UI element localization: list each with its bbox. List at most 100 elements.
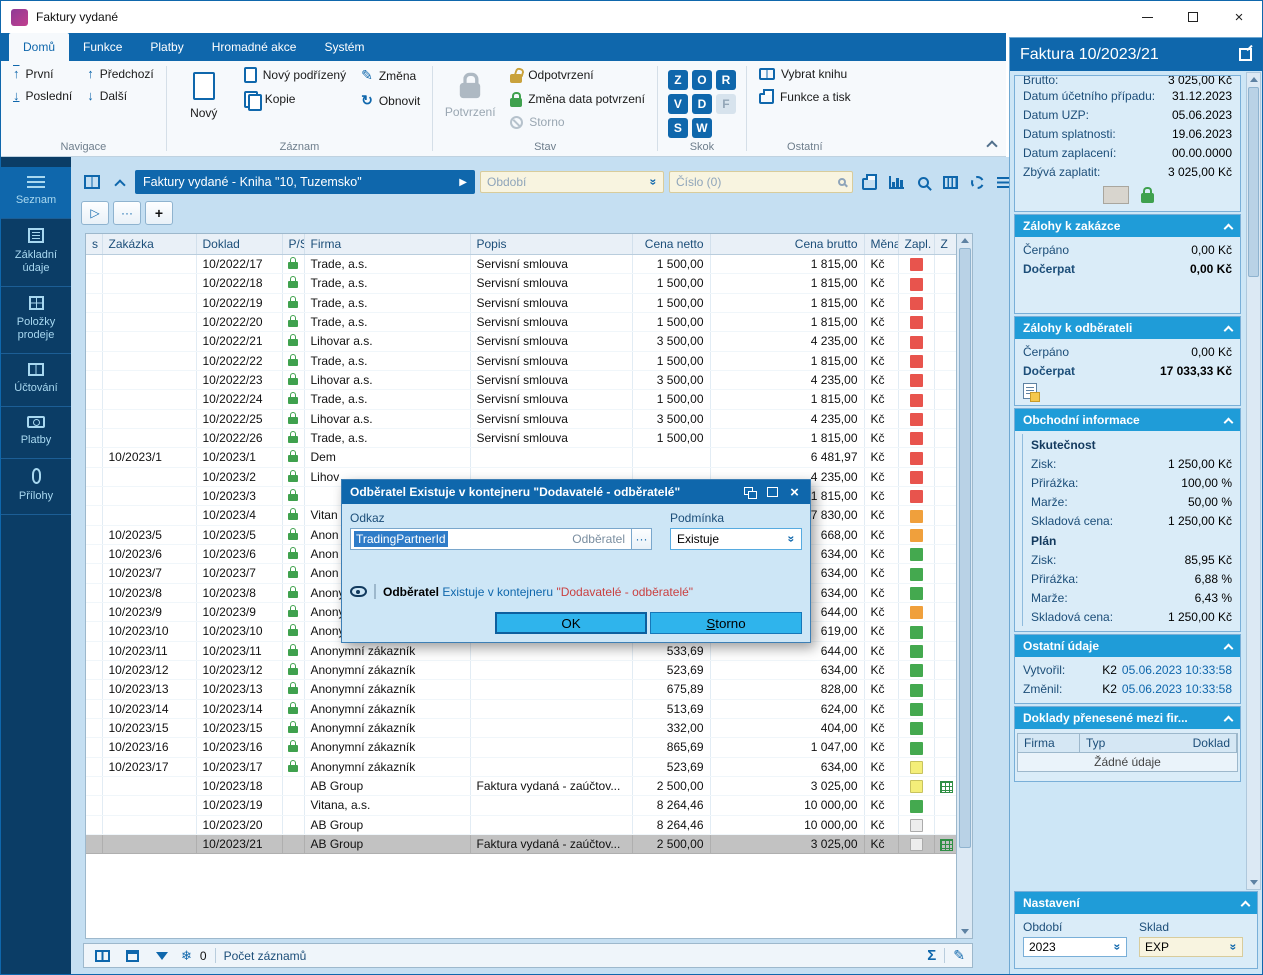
columns-button[interactable] [939,171,961,193]
table-row[interactable]: 10/2022/25 Lihovar a.s. Servisní smlouva… [86,409,957,428]
col-ps[interactable]: P/S [282,234,304,255]
col-s[interactable]: s [86,234,102,255]
scroll-up-icon[interactable] [958,234,972,247]
detail-panel-button[interactable] [121,945,143,967]
next-button[interactable]: ↓Další [81,86,160,106]
section-header[interactable]: Ostatní údaje [1015,635,1240,657]
table-row[interactable]: 10/2022/17 Trade, a.s. Servisní smlouva … [86,255,957,274]
jump-letter-button[interactable]: D [692,94,712,114]
table-row[interactable]: 10/2022/26 Trade, a.s. Servisní smlouva … [86,428,957,447]
jump-letter-button[interactable]: V [668,94,688,114]
sidebar-item[interactable]: Seznam [1,167,71,219]
jump-letter-button[interactable]: S [668,118,688,138]
new-button[interactable]: Nový [173,64,235,128]
storno-button[interactable]: Storno [650,612,802,634]
sidebar-item[interactable]: Základní údaje [1,219,71,287]
table-scrollbar[interactable] [957,233,973,939]
table-row[interactable]: 10/2023/14 10/2023/14 Anonymní zákazník … [86,699,957,718]
maximize-icon[interactable] [765,486,780,499]
refresh-button[interactable]: ↻Obnovit [355,89,426,112]
sum-icon[interactable]: Σ [927,947,936,964]
sidebar-item[interactable]: Přílohy [1,459,71,515]
edit-icon[interactable]: ✎ [953,947,965,964]
change-button[interactable]: ✎Změna [355,64,426,87]
split-view-button[interactable] [91,945,113,967]
table-row[interactable]: 10/2022/22 Trade, a.s. Servisní smlouva … [86,351,957,370]
jump-letter-button[interactable]: Z [668,70,688,90]
period-select[interactable]: 2023 » [1023,937,1127,957]
previous-button[interactable]: ↑Předchozí [81,64,160,84]
copy-button[interactable]: Kopie [238,88,352,110]
section-header[interactable]: Zálohy k zakázce [1015,215,1240,237]
section-header[interactable]: Zálohy k odběrateli [1015,317,1240,339]
jump-letter-button[interactable]: F [716,94,736,114]
browse-ellipsis-button[interactable]: ··· [632,528,652,550]
change-confirm-date-button[interactable]: Změna data potvrzení [504,88,651,110]
col-netto[interactable]: Cena netto [632,234,710,255]
more-button[interactable]: ··· [113,201,141,225]
freeze-icon[interactable]: ❄ [181,948,192,964]
table-row[interactable]: 10/2023/20 AB Group 8 264,46 10 000,00 K… [86,815,957,834]
run-button[interactable]: ▷ [81,201,109,225]
col-doklad[interactable]: Doklad [196,234,282,255]
col-firma[interactable]: Firma [304,234,470,255]
reference-input[interactable]: TradingPartnerId Odběratel [350,528,632,550]
add-button[interactable]: + [145,201,173,225]
table-row[interactable]: 10/2023/17 10/2023/17 Anonymní zákazník … [86,757,957,776]
section-header[interactable]: Nastavení [1015,892,1257,914]
table-row[interactable]: 10/2023/15 10/2023/15 Anonymní zákazník … [86,718,957,737]
confirm-button[interactable]: Potvrzení [439,64,501,128]
scroll-thumb[interactable] [959,248,971,848]
close-icon[interactable]: × [787,486,802,499]
last-button[interactable]: ↓Poslední [7,86,78,106]
table-row[interactable]: 10/2022/19 Trade, a.s. Servisní smlouva … [86,293,957,312]
ribbon-tab[interactable]: Platby [136,33,197,61]
table-row[interactable]: 10/2023/21 AB Group Faktura vydaná - zaú… [86,834,957,853]
open-in-window-icon[interactable] [1239,48,1252,61]
warehouse-select[interactable]: EXP » [1139,937,1243,957]
period-filter[interactable]: Období » [480,171,664,193]
col-popis[interactable]: Popis [470,234,632,255]
table-row[interactable]: 10/2023/11 10/2023/11 Anonymní zákazník … [86,641,957,660]
select-book-button[interactable]: Vybrat knihu [753,64,857,84]
jump-letter-button[interactable]: W [692,118,712,138]
ribbon-collapse-button[interactable] [987,139,996,148]
settings-button[interactable] [966,171,988,193]
table-row[interactable]: 10/2023/16 10/2023/16 Anonymní zákazník … [86,738,957,757]
maximize-button[interactable] [1170,1,1216,33]
table-row[interactable]: 10/2022/20 Trade, a.s. Servisní smlouva … [86,312,957,331]
col-brutto[interactable]: Cena brutto [710,234,864,255]
storno-button[interactable]: Storno [504,112,651,132]
note-document-icon[interactable] [1023,383,1037,399]
table-row[interactable]: 10/2022/21 Lihovar a.s. Servisní smlouva… [86,332,957,351]
condition-select[interactable]: Existuje » [670,528,802,550]
ok-button[interactable]: OK [495,612,647,634]
find-settings-button[interactable] [912,171,934,193]
col-z[interactable]: Z [934,234,957,255]
scroll-up-icon[interactable] [1247,73,1261,86]
col-mena[interactable]: Měna [864,234,898,255]
print-button[interactable] [858,171,880,193]
section-header[interactable]: Doklady přenesené mezi fir... [1015,707,1240,729]
mini-col-header[interactable]: Firma [1018,734,1080,752]
ribbon-tab[interactable]: Domů [9,33,69,61]
table-row[interactable]: 10/2022/23 Lihovar a.s. Servisní smlouva… [86,370,957,389]
table-row[interactable]: 10/2023/18 AB Group Faktura vydaná - zaú… [86,776,957,795]
table-row[interactable]: 10/2023/12 10/2023/12 Anonymní zákazník … [86,660,957,679]
float-window-icon[interactable] [743,486,758,499]
section-header[interactable]: Obchodní informace [1015,409,1240,431]
collapse-header-button[interactable] [108,171,130,193]
table-row[interactable]: 10/2023/1 10/2023/1 Dem 6 481,97 Kč [86,448,957,467]
scroll-thumb[interactable] [1248,87,1259,277]
book-pages-button[interactable] [81,171,103,193]
chart-button[interactable] [885,171,907,193]
table-row[interactable]: 10/2023/13 10/2023/13 Anonymní zákazník … [86,680,957,699]
table-row[interactable]: 10/2023/19 Vitana, a.s. 8 264,46 10 000,… [86,796,957,815]
scroll-down-icon[interactable] [1247,876,1261,889]
number-search-input[interactable]: Číslo (0) [669,171,853,193]
first-button[interactable]: ↑První [7,64,78,84]
scroll-down-icon[interactable] [958,925,972,938]
jump-letter-button[interactable]: O [692,70,712,90]
close-button[interactable]: × [1216,1,1262,33]
book-title-bar[interactable]: Faktury vydané - Kniha "10, Tuzemsko" ▶ [135,170,475,194]
